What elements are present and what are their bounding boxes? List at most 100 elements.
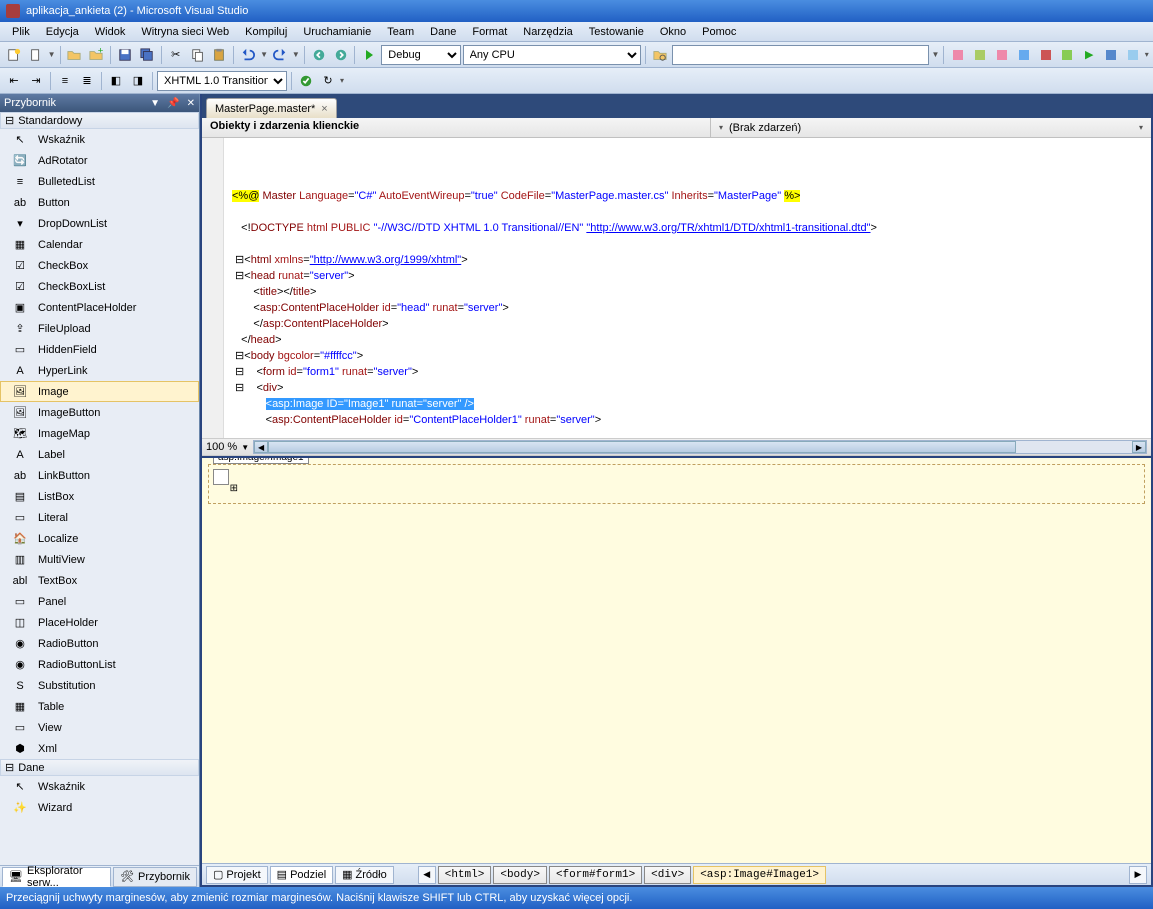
- new-project-button[interactable]: [4, 45, 24, 65]
- toolbox-item-calendar[interactable]: ▦Calendar: [0, 234, 199, 255]
- copy-button[interactable]: [188, 45, 208, 65]
- design-canvas[interactable]: asp:Image#Image1: [208, 464, 1145, 504]
- toolbox-item-imagemap[interactable]: 🗺ImageMap: [0, 423, 199, 444]
- toolbox-item-label[interactable]: ALabel: [0, 444, 199, 465]
- menu-website[interactable]: Witryna sieci Web: [133, 24, 237, 40]
- bookmark-button[interactable]: ◧: [106, 71, 126, 91]
- scroll-thumb[interactable]: [268, 441, 1016, 453]
- tab-toolbox[interactable]: 🛠Przybornik: [113, 867, 197, 887]
- open-button[interactable]: [65, 45, 85, 65]
- add-button[interactable]: +: [86, 45, 106, 65]
- doctype-select[interactable]: XHTML 1.0 Transitional: [157, 71, 287, 91]
- config-select[interactable]: Debug: [381, 45, 460, 65]
- bookmark2-button[interactable]: ◨: [128, 71, 148, 91]
- save-button[interactable]: [115, 45, 135, 65]
- toolbox-item-listbox[interactable]: ▤ListBox: [0, 486, 199, 507]
- bc-prev[interactable]: ◀: [418, 866, 436, 884]
- tab-server-explorer[interactable]: 🖥Eksplorator serw...: [2, 867, 111, 887]
- tb-e[interactable]: [1036, 45, 1056, 65]
- toolbox-item-hyperlink[interactable]: AHyperLink: [0, 360, 199, 381]
- menu-test[interactable]: Testowanie: [581, 24, 652, 40]
- tb-i[interactable]: [1123, 45, 1143, 65]
- tb-g[interactable]: ▶: [1079, 45, 1099, 65]
- close-icon[interactable]: ✕: [187, 98, 195, 109]
- new-item-button[interactable]: [26, 45, 46, 65]
- file-tab[interactable]: MasterPage.master* ×: [206, 98, 337, 118]
- menu-view[interactable]: Widok: [87, 24, 134, 40]
- toolbox-item-contentplaceholder[interactable]: ▣ContentPlaceHolder: [0, 297, 199, 318]
- nav-objects[interactable]: Obiekty i zdarzenia klienckie: [202, 118, 711, 137]
- bc-form[interactable]: <form#form1>: [549, 866, 642, 884]
- image-placeholder[interactable]: [213, 469, 229, 485]
- pin-icon[interactable]: 📌: [167, 98, 179, 109]
- toolbox-item-view[interactable]: ▭View: [0, 717, 199, 738]
- code-editor[interactable]: <%@ Master Language="C#" AutoEventWireup…: [202, 138, 1151, 438]
- horizontal-scrollbar[interactable]: ◀ ▶: [253, 440, 1147, 454]
- bc-body[interactable]: <body>: [493, 866, 547, 884]
- save-all-button[interactable]: [137, 45, 157, 65]
- toolbox-item-panel[interactable]: ▭Panel: [0, 591, 199, 612]
- platform-select[interactable]: Any CPU: [463, 45, 641, 65]
- find-input[interactable]: [672, 45, 930, 65]
- scroll-right-icon[interactable]: ▶: [1132, 441, 1146, 453]
- toolbox-body[interactable]: ⊟Standardowy ↖Wskaźnik 🔄AdRotator≡Bullete…: [0, 112, 199, 865]
- toolbox-item-hiddenfield[interactable]: ▭HiddenField: [0, 339, 199, 360]
- toolbox-item-bulletedlist[interactable]: ≡BulletedList: [0, 171, 199, 192]
- view-split[interactable]: ▤Podziel: [270, 866, 333, 884]
- toolbox-item-table[interactable]: ▦Table: [0, 696, 199, 717]
- bc-next[interactable]: ▶: [1129, 866, 1147, 884]
- toolbox-item-multiview[interactable]: ▥MultiView: [0, 549, 199, 570]
- close-tab-icon[interactable]: ×: [321, 103, 327, 115]
- menu-build[interactable]: Kompiluj: [237, 24, 295, 40]
- tb-d[interactable]: [1014, 45, 1034, 65]
- toolbox-item-fileupload[interactable]: ⇪FileUpload: [0, 318, 199, 339]
- menu-window[interactable]: Okno: [652, 24, 694, 40]
- tb-f[interactable]: [1057, 45, 1077, 65]
- tb-c[interactable]: [992, 45, 1012, 65]
- nav-back-button[interactable]: [309, 45, 329, 65]
- toolbox-item-radiobuttonlist[interactable]: ◉RadioButtonList: [0, 654, 199, 675]
- menu-edit[interactable]: Edycja: [38, 24, 87, 40]
- toolbox-item-radiobutton[interactable]: ◉RadioButton: [0, 633, 199, 654]
- bc-html[interactable]: <html>: [438, 866, 492, 884]
- nav-fwd-button[interactable]: [331, 45, 351, 65]
- menu-team[interactable]: Team: [379, 24, 422, 40]
- find-button[interactable]: [650, 45, 670, 65]
- tb-h[interactable]: [1101, 45, 1121, 65]
- menu-tools[interactable]: Narzędzia: [515, 24, 581, 40]
- dropdown-icon[interactable]: ▼: [150, 98, 160, 109]
- toolbox-item-wizard[interactable]: ✨Wizard: [0, 797, 199, 818]
- toolbox-item-image[interactable]: 🖼Image: [0, 381, 199, 402]
- tb-a[interactable]: [948, 45, 968, 65]
- toolbox-item-imagebutton[interactable]: 🖼ImageButton: [0, 402, 199, 423]
- view-source[interactable]: ▦Źródło: [335, 866, 394, 884]
- refresh-button[interactable]: ↻: [318, 71, 338, 91]
- paste-button[interactable]: [210, 45, 230, 65]
- toolbox-item-linkbutton[interactable]: abLinkButton: [0, 465, 199, 486]
- tb-b[interactable]: [970, 45, 990, 65]
- bc-div[interactable]: <div>: [644, 866, 691, 884]
- comment-button[interactable]: ≡: [55, 71, 75, 91]
- outdent-button[interactable]: ⇤: [4, 71, 24, 91]
- toolbox-group-standard[interactable]: ⊟Standardowy: [0, 112, 199, 129]
- menu-debug[interactable]: Uruchamianie: [295, 24, 379, 40]
- cut-button[interactable]: ✂: [166, 45, 186, 65]
- redo-button[interactable]: [270, 45, 290, 65]
- toolbox-item-substitution[interactable]: SSubstitution: [0, 675, 199, 696]
- toolbox-item-checkboxlist[interactable]: ☑CheckBoxList: [0, 276, 199, 297]
- toolbox-item-wskaźnik[interactable]: ↖Wskaźnik: [0, 776, 199, 797]
- toolbox-group-data[interactable]: ⊟Dane: [0, 759, 199, 776]
- indent-button[interactable]: ⇥: [26, 71, 46, 91]
- menu-format[interactable]: Format: [464, 24, 515, 40]
- menu-file[interactable]: Plik: [4, 24, 38, 40]
- view-design[interactable]: ▢Projekt: [206, 866, 268, 884]
- toolbox-item-xml[interactable]: ⬢Xml: [0, 738, 199, 759]
- toolbox-item-textbox[interactable]: ablTextBox: [0, 570, 199, 591]
- bc-image[interactable]: <asp:Image#Image1>: [693, 866, 826, 884]
- start-debug-button[interactable]: [359, 45, 379, 65]
- toolbox-item-adrotator[interactable]: 🔄AdRotator: [0, 150, 199, 171]
- undo-button[interactable]: [238, 45, 258, 65]
- toolbox-item-checkbox[interactable]: ☑CheckBox: [0, 255, 199, 276]
- menu-help[interactable]: Pomoc: [694, 24, 744, 40]
- toolbox-item-button[interactable]: abButton: [0, 192, 199, 213]
